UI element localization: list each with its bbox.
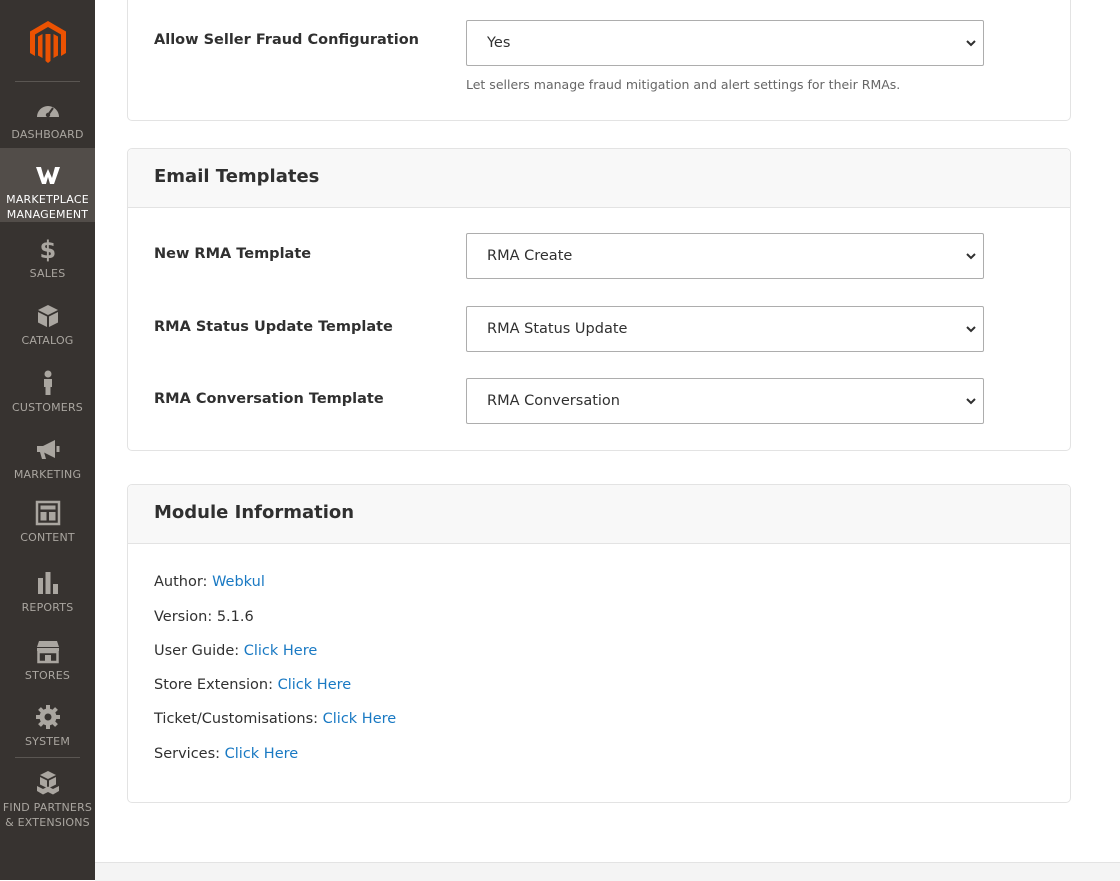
nav-catalog[interactable]: CATALOG [0,303,95,351]
box-icon [37,305,58,327]
rma-status-update-template-select[interactable]: RMA Status Update [466,306,984,352]
nav-content[interactable]: CONTENT [0,500,95,548]
new-rma-template-label: New RMA Template [154,246,312,262]
module-information-panel: Module Information Author: Webkul Versio… [127,484,1071,803]
dashboard-icon [36,106,59,118]
select-value: RMA Status Update [487,321,628,337]
services-link[interactable]: Click Here [225,746,299,762]
nav-label: SYSTEM [24,735,71,748]
nav-marketing[interactable]: MARKETING [0,437,95,485]
fraud-config-note: Let sellers manage fraud mitigation and … [466,77,901,92]
rma-conversation-template-label: RMA Conversation Template [154,391,384,407]
select-value: Yes [487,35,511,51]
services-line: Services: Click Here [154,746,298,762]
admin-sidebar: DASHBOARD MARKETPLACE MANAGEMENT $ SALES… [0,0,95,880]
nav-stores[interactable]: STORES [0,638,95,686]
services-label: Services: [154,746,221,762]
nav-label: CONTENT [20,531,75,544]
nav-label: MARKETING [13,468,82,481]
fraud-config-panel: Allow Seller Fraud Configuration Yes Let… [127,0,1071,121]
chevron-down-icon [966,326,976,333]
fraud-config-select[interactable]: Yes [466,20,984,66]
author-label: Author: [154,574,208,590]
chevron-down-icon [966,40,976,47]
nav-label: REPORTS [21,601,74,614]
webkul-icon [35,167,60,184]
nav-customers[interactable]: CUSTOMERS [0,370,95,418]
rma-status-update-template-label: RMA Status Update Template [154,319,393,335]
storefront-icon [36,641,59,664]
megaphone-icon [36,440,59,459]
layout-icon [35,500,60,526]
nav-label-line2: MANAGEMENT [6,208,89,221]
author-link[interactable]: Webkul [212,574,265,590]
nav-label: STORES [24,669,71,682]
nav-dashboard[interactable]: DASHBOARD [0,97,95,145]
ticket-customisations-link[interactable]: Click Here [323,711,397,727]
new-rma-template-select[interactable]: RMA Create [466,233,984,279]
panel-header: Email Templates [128,149,1070,208]
gear-icon [35,705,60,729]
nav-find-partners[interactable]: FIND PARTNERS & EXTENSIONS [0,770,95,830]
version-line: Version: 5.1.6 [154,609,254,625]
nav-label-line2: & EXTENSIONS [5,816,90,829]
nav-label: CATALOG [21,334,74,347]
nav-label: CUSTOMERS [12,401,83,414]
rma-conversation-template-select[interactable]: RMA Conversation [466,378,984,424]
sidebar-divider [15,81,80,82]
user-guide-line: User Guide: Click Here [154,643,317,659]
email-templates-panel: Email Templates New RMA Template RMA Cre… [127,148,1071,451]
bar-chart-icon [37,572,58,594]
store-extension-label: Store Extension: [154,677,274,693]
ticket-customisations-label: Ticket/Customisations: [154,711,319,727]
chevron-down-icon [966,398,976,405]
main-content: Allow Seller Fraud Configuration Yes Let… [95,0,1120,881]
panel-title: Email Templates [154,166,320,187]
page-footer [95,862,1120,881]
boxes-icon [36,771,59,795]
dollar-icon: $ [39,236,56,262]
nav-label: SALES [29,267,66,280]
chevron-down-icon [966,253,976,260]
nav-marketplace-management[interactable]: MARKETPLACE MANAGEMENT [0,148,95,222]
nav-label-line1: MARKETPLACE [6,193,89,206]
store-extension-line: Store Extension: Click Here [154,677,351,693]
author-line: Author: Webkul [154,574,265,590]
store-extension-link[interactable]: Click Here [278,677,352,693]
fraud-config-label: Allow Seller Fraud Configuration [154,32,419,48]
user-guide-label: User Guide: [154,643,240,659]
sidebar-divider [15,757,80,758]
panel-header: Module Information [128,485,1070,544]
nav-label-line1: FIND PARTNERS [2,801,93,814]
nav-system[interactable]: SYSTEM [0,704,95,752]
select-value: RMA Create [487,248,573,264]
panel-title: Module Information [154,502,355,523]
ticket-customisations-line: Ticket/Customisations: Click Here [154,711,396,727]
svg-text:$: $ [39,236,56,262]
nav-sales[interactable]: $ SALES [0,236,95,284]
nav-reports[interactable]: REPORTS [0,570,95,618]
person-icon [43,370,52,395]
magento-logo[interactable] [28,20,68,64]
user-guide-link[interactable]: Click Here [244,643,318,659]
nav-label: DASHBOARD [11,128,84,141]
select-value: RMA Conversation [487,393,620,409]
